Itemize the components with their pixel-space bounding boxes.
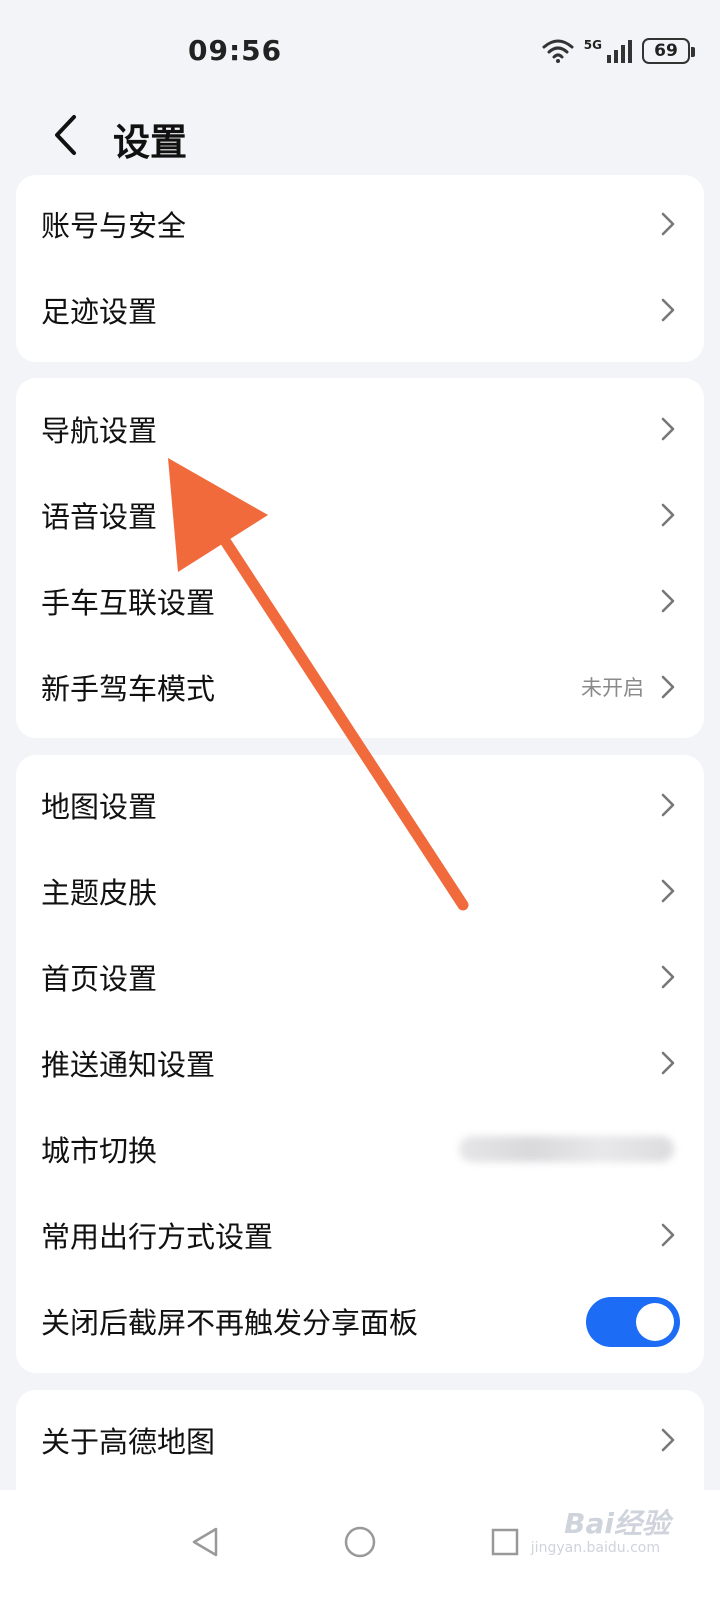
recents-square-icon: [491, 1528, 519, 1556]
back-chevron-icon: [55, 115, 76, 155]
signal-icon: [607, 40, 632, 63]
row-label: 地图设置: [41, 790, 158, 824]
settings-row-about[interactable]: 关于高德地图: [16, 1397, 704, 1483]
chevron-right-icon: [661, 965, 675, 989]
row-label: 首页设置: [41, 962, 158, 996]
chevron-right-icon: [661, 675, 675, 699]
nav-home-button[interactable]: [330, 1512, 390, 1572]
nav-recents-button[interactable]: [475, 1512, 535, 1572]
network-type-label: 5G: [583, 38, 602, 52]
chevron-right-icon: [661, 1223, 675, 1247]
row-label: 足迹设置: [41, 295, 158, 329]
row-label: 关于高德地图: [41, 1425, 216, 1459]
battery-level: 69: [654, 41, 678, 61]
row-label: 城市切换: [41, 1134, 158, 1168]
settings-row-voice[interactable]: 语音设置: [16, 472, 704, 558]
settings-group-account: 账号与安全 足迹设置: [16, 175, 704, 362]
row-label: 新手驾车模式: [41, 672, 216, 706]
settings-row-screenshot-share: 关闭后截屏不再触发分享面板: [16, 1278, 704, 1364]
page-title: 设置: [113, 121, 187, 164]
toggle-knob: [636, 1303, 674, 1341]
watermark-url: jingyan.baidu.com: [530, 1540, 660, 1556]
settings-row-homepage[interactable]: 首页设置: [16, 934, 704, 1020]
status-time: 09:56: [188, 34, 283, 67]
status-bar: 09:56 5G 69: [0, 0, 720, 100]
settings-row-navigation[interactable]: 导航设置: [16, 386, 704, 472]
settings-row-phone-car-link[interactable]: 手车互联设置: [16, 558, 704, 644]
chevron-right-icon: [661, 879, 675, 903]
chevron-right-icon: [661, 298, 675, 322]
row-label: 主题皮肤: [41, 876, 158, 910]
chevron-right-icon: [661, 212, 675, 236]
settings-row-push-notification[interactable]: 推送通知设置: [16, 1020, 704, 1106]
chevron-right-icon: [661, 793, 675, 817]
watermark-logo: Bai经验: [564, 1507, 670, 1540]
settings-row-novice-driving[interactable]: 新手驾车模式 未开启: [16, 644, 704, 730]
chevron-right-icon: [661, 589, 675, 613]
home-circle-icon: [344, 1526, 376, 1558]
chevron-right-icon: [661, 1051, 675, 1075]
header: 设置: [0, 100, 720, 170]
city-value-blurred: [459, 1136, 674, 1162]
row-value: 未开启: [581, 676, 644, 700]
row-label: 关闭后截屏不再触发分享面板: [41, 1306, 419, 1340]
settings-row-theme[interactable]: 主题皮肤: [16, 848, 704, 934]
row-label: 推送通知设置: [41, 1048, 216, 1082]
chevron-right-icon: [661, 503, 675, 527]
settings-row-city-switch[interactable]: 城市切换: [16, 1106, 704, 1192]
settings-row-account-security[interactable]: 账号与安全: [16, 181, 704, 267]
status-icons: 5G 69: [542, 38, 695, 64]
row-label: 导航设置: [41, 414, 158, 448]
row-label: 常用出行方式设置: [41, 1220, 274, 1254]
row-label: 账号与安全: [41, 209, 187, 243]
chevron-right-icon: [661, 417, 675, 441]
row-label: 语音设置: [41, 500, 158, 534]
wifi-icon: [542, 39, 574, 63]
settings-group-navigation: 导航设置 语音设置 手车互联设置 新手驾车模式 未开启: [16, 378, 704, 738]
settings-group-map: 地图设置 主题皮肤 首页设置 推送通知设置 城市切换 常用出行方式设置 关闭后截…: [16, 755, 704, 1373]
settings-row-footprint[interactable]: 足迹设置: [16, 267, 704, 353]
chevron-right-icon: [661, 1428, 675, 1452]
settings-row-map[interactable]: 地图设置: [16, 762, 704, 848]
nav-back-button[interactable]: [175, 1512, 235, 1572]
back-button[interactable]: [40, 108, 90, 162]
screenshot-share-toggle[interactable]: [586, 1297, 680, 1347]
settings-row-travel-mode[interactable]: 常用出行方式设置: [16, 1192, 704, 1278]
battery-icon: 69: [642, 38, 695, 64]
row-label: 手车互联设置: [41, 586, 216, 620]
back-triangle-icon: [192, 1527, 218, 1557]
